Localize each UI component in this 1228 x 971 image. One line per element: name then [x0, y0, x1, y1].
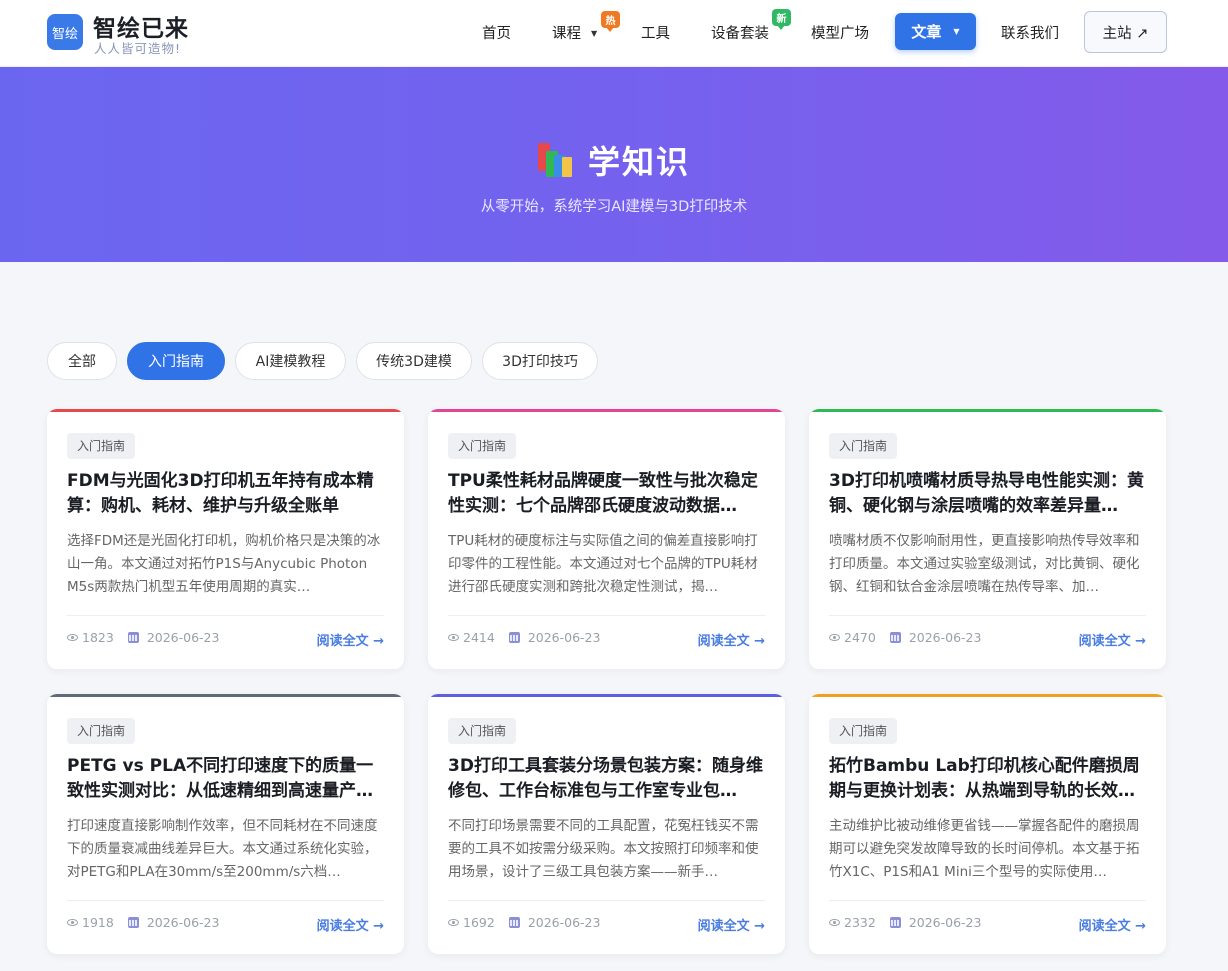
view-count: 1918 [82, 915, 114, 930]
card-title[interactable]: 3D打印工具套装分场景包装方案：随身维修包、工作台标准包与工作室专业包… [448, 754, 766, 804]
article-card[interactable]: 入门指南 TPU柔性耗材品牌硬度一致性与批次稳定性实测：七个品牌邵氏硬度波动数据…… [428, 409, 785, 669]
card-meta: 2470 2026-06-23 [829, 630, 981, 645]
view-count: 2414 [463, 630, 495, 645]
publish-date: 2026-06-23 [908, 915, 982, 930]
card-meta: 1823 2026-06-23 [67, 630, 219, 645]
card-description: 不同打印场景需要不同的工具配置，花冤枉钱买不需要的工具不如按需分级采购。本文按照… [448, 818, 759, 880]
nav-tools[interactable]: 工具 [641, 22, 670, 43]
read-more-link[interactable]: 阅读全文 → [1079, 915, 1146, 934]
read-more-link[interactable]: 阅读全文 → [317, 915, 384, 934]
filter-all[interactable]: 全部 [47, 342, 117, 380]
view-count: 2470 [844, 630, 876, 645]
hot-badge: 热 [601, 11, 620, 32]
card-meta: 2332 2026-06-23 [829, 915, 981, 930]
nav-articles-label: 文章 [911, 23, 942, 41]
nav-home[interactable]: 首页 [482, 22, 511, 43]
view-count: 1692 [463, 915, 495, 930]
card-accent-bar [809, 694, 1166, 697]
card-accent-bar [47, 694, 404, 697]
card-category-tag: 入门指南 [448, 433, 517, 459]
card-meta: 1692 2026-06-23 [448, 915, 600, 930]
card-accent-bar [428, 409, 785, 412]
card-category-tag: 入门指南 [448, 718, 517, 744]
card-divider [829, 615, 1146, 616]
main-site-button[interactable]: 主站 ↗ [1084, 11, 1167, 53]
card-title[interactable]: TPU柔性耗材品牌硬度一致性与批次稳定性实测：七个品牌邵氏硬度波动数据… [448, 469, 766, 519]
card-divider [829, 900, 1146, 901]
nav-courses-label: 课程 [552, 26, 581, 42]
card-category-tag: 入门指南 [67, 718, 136, 744]
card-accent-bar [428, 694, 785, 697]
nav-device-kits[interactable]: 设备套装 [711, 22, 769, 43]
card-title[interactable]: 3D打印机喷嘴材质导热导电性能实测：黄铜、硬化钢与涂层喷嘴的效率差异量… [829, 469, 1147, 519]
eye-icon [67, 634, 78, 641]
card-description: 喷嘴材质不仅影响耐用性，更直接影响热传导效率和打印质量。本文通过实验室级测试，对… [829, 533, 1140, 595]
eye-icon [448, 634, 459, 641]
filter-beginner-guide[interactable]: 入门指南 [127, 342, 225, 380]
filter-ai-modeling[interactable]: AI建模教程 [235, 342, 346, 380]
card-description: 打印速度直接影响制作效率，但不同耗材在不同速度下的质量衰减曲线差异巨大。本文通过… [67, 818, 378, 880]
eye-icon [829, 919, 840, 926]
view-count: 1823 [82, 630, 114, 645]
card-divider [448, 615, 765, 616]
chevron-down-icon: ▼ [591, 29, 598, 38]
view-count: 2332 [844, 915, 876, 930]
nav-courses[interactable]: 课程 ▼ [552, 22, 597, 43]
card-category-tag: 入门指南 [829, 718, 898, 744]
hero-banner: 学知识 从零开始，系统学习AI建模与3D打印技术 [0, 67, 1228, 262]
card-category-tag: 入门指南 [829, 433, 898, 459]
card-meta: 1918 2026-06-23 [67, 915, 219, 930]
calendar-icon [889, 632, 901, 643]
article-card[interactable]: 入门指南 FDM与光固化3D打印机五年持有成本精算：购机、耗材、维护与升级全账单选… [47, 409, 404, 669]
card-title[interactable]: 拓竹Bambu Lab打印机核心配件磨损周期与更换计划表：从热端到导轨的长效… [829, 754, 1147, 804]
eye-icon [829, 634, 840, 641]
read-more-link[interactable]: 阅读全文 → [1079, 630, 1146, 649]
calendar-icon [889, 917, 901, 928]
books-icon [537, 143, 574, 177]
publish-date: 2026-06-23 [146, 630, 220, 645]
publish-date: 2026-06-23 [908, 630, 982, 645]
card-title[interactable]: PETG vs PLA不同打印速度下的质量一致性实测对比：从低速精细到高速量产的… [67, 754, 385, 804]
article-card[interactable]: 入门指南拓竹Bambu Lab打印机核心配件磨损周期与更换计划表：从热端到导轨的… [809, 694, 1166, 954]
chevron-down-icon: ▼ [953, 27, 960, 36]
card-description: TPU耗材的硬度标注与实际值之间的偏差直接影响打印零件的工程性能。本文通过对七个… [448, 533, 758, 595]
article-card[interactable]: 入门指南 3D打印机喷嘴材质导热导电性能实测：黄铜、硬化钢与涂层喷嘴的效率差异量…… [809, 409, 1166, 669]
card-accent-bar [809, 409, 1166, 412]
page-subtitle: 从零开始，系统学习AI建模与3D打印技术 [480, 199, 748, 215]
article-card[interactable]: 入门指南 3D打印工具套装分场景包装方案：随身维修包、工作台标准包与工作室专业包…… [428, 694, 785, 954]
brand-slogan: 人人皆可造物! [94, 41, 182, 56]
eye-icon [448, 919, 459, 926]
publish-date: 2026-06-23 [527, 915, 601, 930]
page-title: 学知识 [587, 143, 690, 181]
card-description: 主动维护比被动维修更省钱——掌握各配件的磨损周期可以避免突发故障导致的长时间停机… [829, 818, 1140, 880]
nav-contact[interactable]: 联系我们 [1001, 22, 1059, 43]
filter-traditional-3d[interactable]: 传统3D建模 [356, 342, 472, 380]
card-meta: 2414 2026-06-23 [448, 630, 600, 645]
card-accent-bar [47, 409, 404, 412]
card-description: 选择FDM还是光固化打印机，购机价格只是决策的冰山一角。本文通过对拓竹P1S与A… [67, 533, 381, 595]
card-title[interactable]: FDM与光固化3D打印机五年持有成本精算：购机、耗材、维护与升级全账单 [67, 469, 385, 519]
article-card[interactable]: 入门指南 PETG vs PLA不同打印速度下的质量一致性实测对比：从低速精细到高… [47, 694, 404, 954]
publish-date: 2026-06-23 [527, 630, 601, 645]
card-divider [67, 900, 384, 901]
nav-articles[interactable]: 文章 ▼ [895, 13, 976, 50]
logo[interactable]: 智绘 [47, 14, 83, 50]
read-more-link[interactable]: 阅读全文 → [698, 630, 765, 649]
new-badge: 新 [772, 9, 791, 30]
publish-date: 2026-06-23 [146, 915, 220, 930]
calendar-icon [127, 917, 139, 928]
read-more-link[interactable]: 阅读全文 → [698, 915, 765, 934]
calendar-icon [127, 632, 139, 643]
filter-3d-print-tips[interactable]: 3D打印技巧 [482, 342, 598, 380]
calendar-icon [508, 632, 520, 643]
nav-model-square[interactable]: 模型广场 [811, 22, 869, 43]
card-category-tag: 入门指南 [67, 433, 136, 459]
read-more-link[interactable]: 阅读全文 → [317, 630, 384, 649]
card-divider [67, 615, 384, 616]
top-navbar: 智绘 智绘已来 人人皆可造物! 首页 课程 ▼ 热 工具 设备套装 新 模型广场 … [0, 0, 1228, 67]
calendar-icon [508, 917, 520, 928]
card-divider [448, 900, 765, 901]
eye-icon [67, 919, 78, 926]
